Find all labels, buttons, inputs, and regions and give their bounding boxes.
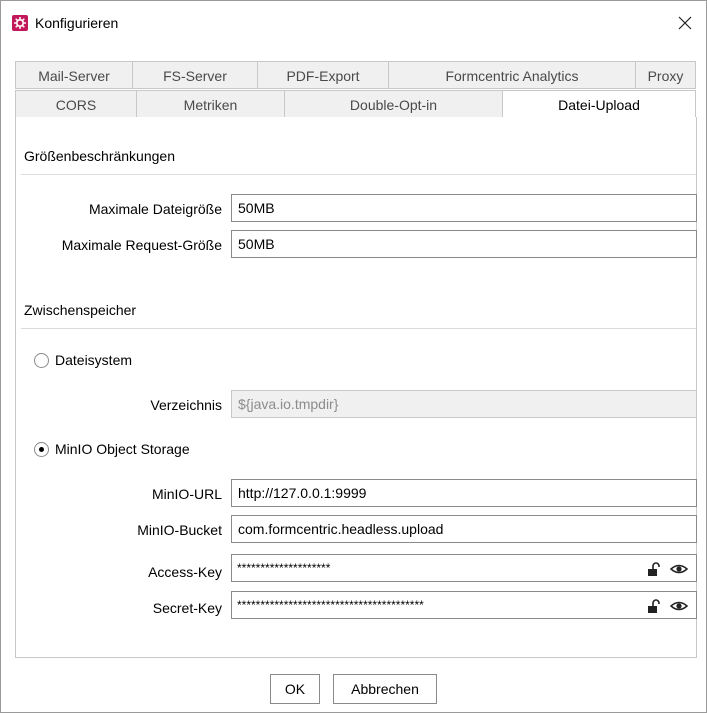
max-file-size-input[interactable] bbox=[231, 194, 697, 222]
minio-label: MinIO Object Storage bbox=[55, 441, 190, 457]
section-title-cache: Zwischenspeicher bbox=[24, 302, 137, 318]
ok-button[interactable]: OK bbox=[270, 674, 320, 704]
access-key-value: ******************** bbox=[237, 561, 331, 575]
max-request-size-label: Maximale Request-Größe bbox=[61, 237, 222, 253]
tab-row-2: CORS Metriken Double-Opt-in Datei-Upload bbox=[15, 90, 696, 118]
filesystem-radio[interactable] bbox=[34, 352, 49, 368]
tab-fs-server[interactable]: FS-Server bbox=[133, 61, 258, 89]
window-title: Konfigurieren bbox=[35, 15, 119, 31]
section-title-sizes: Größenbeschränkungen bbox=[24, 148, 175, 164]
secret-key-label: Secret-Key bbox=[152, 600, 222, 616]
section-divider bbox=[21, 328, 696, 329]
directory-input bbox=[231, 390, 697, 418]
cancel-button[interactable]: Abbrechen bbox=[333, 674, 437, 704]
filesystem-option[interactable]: Dateisystem bbox=[34, 352, 132, 368]
configure-dialog: Konfigurieren Mail-Server FS-Server PDF-… bbox=[0, 0, 707, 713]
tab-pdf-export[interactable]: PDF-Export bbox=[258, 61, 389, 89]
access-key-label: Access-Key bbox=[148, 564, 222, 580]
access-key-input[interactable]: ******************** bbox=[231, 554, 697, 582]
lock-open-icon[interactable] bbox=[646, 561, 662, 577]
close-button[interactable] bbox=[672, 10, 698, 36]
tab-datei-upload[interactable]: Datei-Upload bbox=[503, 90, 696, 118]
tab-mail-server[interactable]: Mail-Server bbox=[15, 61, 133, 89]
minio-bucket-input[interactable] bbox=[231, 515, 697, 543]
tab-cors[interactable]: CORS bbox=[15, 90, 137, 118]
tab-formcentric-analytics[interactable]: Formcentric Analytics bbox=[389, 61, 636, 89]
tab-metriken[interactable]: Metriken bbox=[137, 90, 285, 118]
lock-open-icon[interactable] bbox=[646, 598, 662, 614]
section-divider bbox=[21, 174, 696, 175]
minio-url-input[interactable] bbox=[231, 479, 697, 507]
title-bar: Konfigurieren bbox=[1, 1, 706, 45]
tab-proxy[interactable]: Proxy bbox=[636, 61, 696, 89]
tab-double-opt-in[interactable]: Double-Opt-in bbox=[285, 90, 503, 118]
minio-bucket-label: MinIO-Bucket bbox=[137, 522, 222, 538]
secret-key-value: **************************************** bbox=[237, 598, 424, 612]
max-file-size-label: Maximale Dateigröße bbox=[88, 201, 222, 217]
eye-icon[interactable] bbox=[669, 561, 689, 577]
filesystem-label: Dateisystem bbox=[55, 352, 133, 368]
close-icon bbox=[678, 16, 692, 30]
max-request-size-input[interactable] bbox=[231, 230, 697, 258]
tab-row-1: Mail-Server FS-Server PDF-Export Formcen… bbox=[15, 61, 696, 89]
gear-icon bbox=[12, 15, 28, 31]
minio-url-label: MinIO-URL bbox=[151, 486, 222, 502]
minio-option[interactable]: MinIO Object Storage bbox=[34, 441, 190, 457]
directory-label: Verzeichnis bbox=[150, 397, 222, 413]
minio-radio[interactable] bbox=[34, 441, 49, 457]
secret-key-input[interactable]: **************************************** bbox=[231, 591, 697, 619]
eye-icon[interactable] bbox=[669, 598, 689, 614]
